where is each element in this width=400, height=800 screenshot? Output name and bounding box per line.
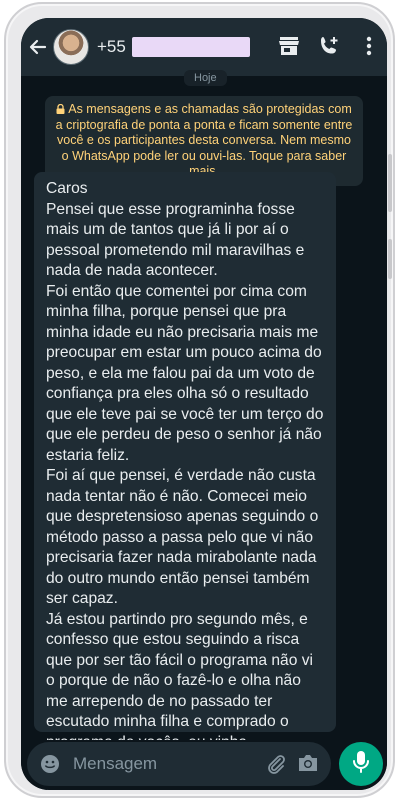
message-bubble[interactable]: Caros Pensei que esse programinha fosse … (34, 172, 336, 790)
store-icon[interactable] (277, 34, 301, 58)
contact-number: +55 (97, 37, 126, 56)
phone-frame: +55 Hoje As mensagens e as chamadas são … (4, 2, 395, 798)
back-arrow-icon[interactable] (25, 34, 51, 60)
attach-icon[interactable] (265, 753, 287, 775)
screen: +55 Hoje As mensagens e as chamadas são … (21, 18, 387, 790)
lock-icon (56, 103, 65, 114)
mic-icon (352, 750, 370, 779)
call-add-icon[interactable] (317, 34, 341, 58)
encryption-notice-text: As mensagens e as chamadas são protegida… (55, 102, 353, 178)
redacted-number (131, 37, 250, 57)
message-field[interactable]: Mensagem (27, 742, 331, 786)
message-placeholder: Mensagem (73, 754, 158, 773)
volume-button (388, 154, 392, 212)
chat-header: +55 (21, 18, 387, 76)
mic-button[interactable] (339, 742, 383, 786)
input-bar: Mensagem (21, 740, 387, 790)
power-button (388, 239, 392, 279)
avatar[interactable] (53, 29, 89, 65)
date-separator: Hoje (184, 70, 227, 86)
more-vert-icon[interactable] (357, 34, 381, 58)
emoji-icon[interactable] (39, 753, 61, 775)
header-actions (277, 34, 381, 58)
chat-area[interactable]: Hoje As mensagens e as chamadas são prot… (21, 70, 387, 790)
contact-name[interactable]: +55 (97, 37, 250, 57)
camera-icon[interactable] (297, 753, 319, 775)
